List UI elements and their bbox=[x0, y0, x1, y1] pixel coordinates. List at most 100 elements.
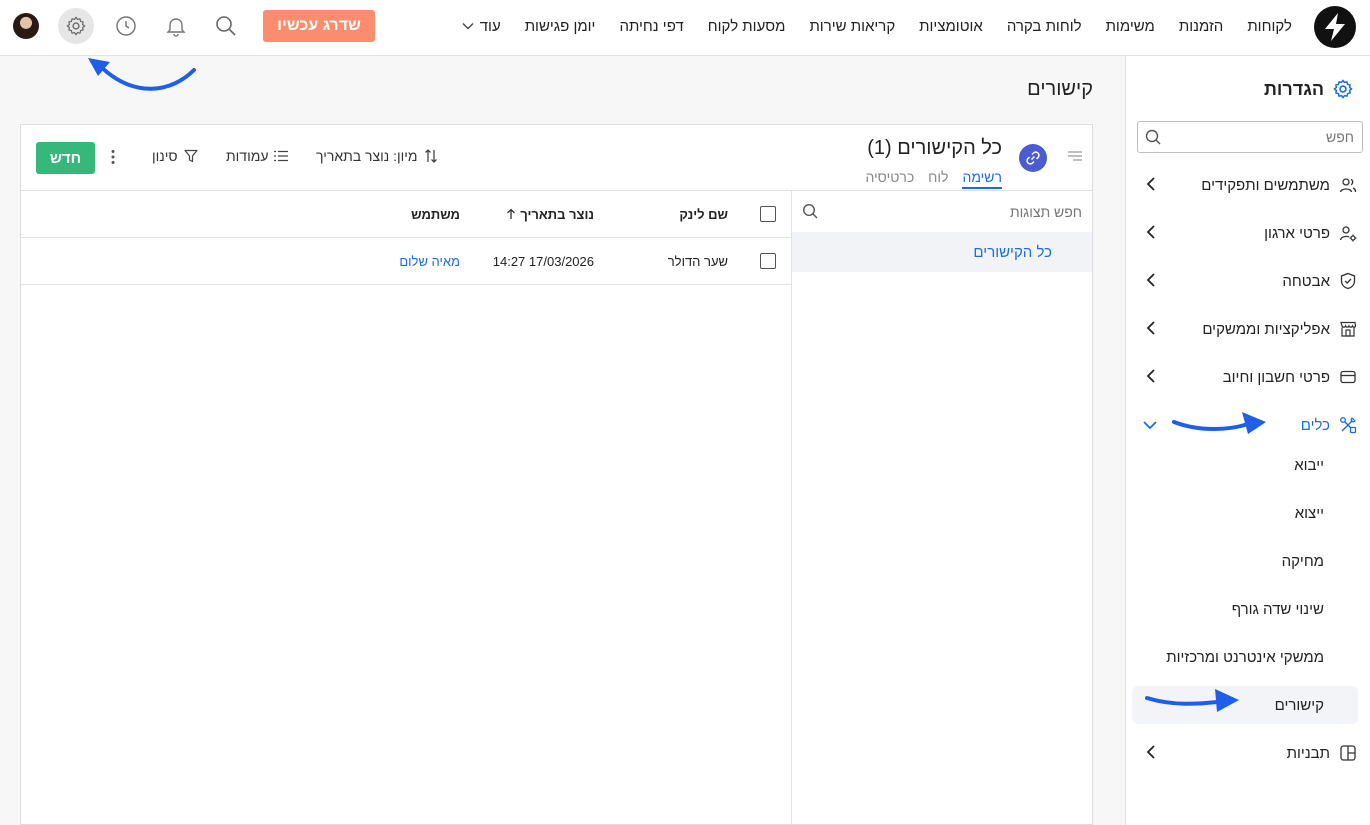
history-button[interactable] bbox=[110, 10, 142, 42]
nav-meetings-calendar[interactable]: יומן פגישות bbox=[525, 18, 596, 35]
view-tabs: רשימה לוח כרטיסיה bbox=[865, 169, 1002, 189]
table-header: שם לינק נוצר בתאריך משתמש bbox=[21, 191, 791, 238]
shield-icon bbox=[1340, 272, 1356, 290]
notifications-button[interactable] bbox=[160, 10, 192, 42]
settings-button[interactable] bbox=[58, 8, 94, 44]
search-icon bbox=[802, 203, 818, 219]
nav-orders[interactable]: הזמנות bbox=[1179, 18, 1223, 35]
bell-icon bbox=[166, 18, 186, 37]
sort-icon bbox=[424, 149, 437, 163]
tools-sub-links[interactable]: קישורים bbox=[1132, 686, 1358, 724]
tools-sub-export[interactable]: ייצוא bbox=[1132, 494, 1358, 532]
menu-lines-icon[interactable] bbox=[1068, 150, 1082, 162]
sidebar-item-organization[interactable]: פרטי ארגון bbox=[1132, 214, 1358, 252]
link-badge bbox=[1019, 144, 1047, 172]
tools-sub-delete[interactable]: מחיקה bbox=[1132, 542, 1358, 580]
settings-search-input[interactable] bbox=[1164, 122, 1354, 152]
views-search-input[interactable] bbox=[842, 199, 1082, 225]
sidebar-item-billing[interactable]: פרטי חשבון וחיוב bbox=[1132, 358, 1358, 396]
chevron-left-icon bbox=[1146, 745, 1155, 759]
column-header-created[interactable]: נוצר בתאריך bbox=[506, 191, 594, 237]
nav-more-label: עוד bbox=[479, 17, 501, 35]
cell-user[interactable]: מאיה שלום bbox=[399, 238, 460, 284]
settings-title: הגדרות bbox=[1264, 78, 1354, 100]
search-button[interactable] bbox=[210, 10, 242, 42]
chevron-left-icon bbox=[1146, 321, 1155, 335]
search-icon bbox=[1145, 129, 1161, 145]
links-panel: כל הקישורים (1) רשימה לוח כרטיסיה מיון: … bbox=[20, 124, 1093, 825]
chevron-left-icon bbox=[1146, 369, 1155, 383]
column-header-user[interactable]: משתמש bbox=[411, 191, 460, 237]
upgrade-button[interactable]: שדרג עכשיו bbox=[263, 10, 375, 42]
columns-button[interactable]: עמודות bbox=[226, 148, 289, 164]
views-search[interactable] bbox=[792, 191, 1092, 233]
templates-icon bbox=[1340, 745, 1356, 761]
column-header-link-name[interactable]: שם לינק bbox=[679, 191, 728, 237]
settings-search[interactable] bbox=[1137, 121, 1363, 153]
nav-automations[interactable]: אוטומציות bbox=[919, 18, 983, 35]
annotation-arrow-gear bbox=[88, 58, 196, 91]
row-checkbox[interactable] bbox=[760, 253, 776, 269]
views-list: כל הקישורים bbox=[791, 191, 1092, 825]
sidebar-item-label: משתמשים ותפקידים bbox=[1201, 176, 1330, 194]
links-table: שם לינק נוצר בתאריך משתמש שער הדולר 17/0… bbox=[21, 191, 791, 285]
tools-sub-webhooks-pbx[interactable]: ממשקי אינטרנט ומרכזיות bbox=[1132, 638, 1358, 676]
view-item-all-links[interactable]: כל הקישורים bbox=[792, 232, 1092, 272]
users-icon bbox=[1339, 178, 1357, 193]
nav-tasks[interactable]: משימות bbox=[1106, 18, 1155, 35]
settings-sidebar: הגדרות משתמשים ותפקידים פרטי ארגון אבטחה… bbox=[1125, 56, 1370, 825]
columns-label: עמודות bbox=[226, 148, 269, 164]
tab-board[interactable]: לוח bbox=[928, 169, 948, 189]
app-logo[interactable] bbox=[1314, 6, 1356, 48]
filter-label: סינון bbox=[152, 148, 178, 164]
sidebar-item-users-roles[interactable]: משתמשים ותפקידים bbox=[1132, 166, 1358, 204]
sort-label: מיון: נוצר בתאריך bbox=[316, 148, 418, 164]
top-bar: לקוחות הזמנות משימות לוחות בקרה אוטומציו… bbox=[0, 0, 1370, 56]
table-row[interactable]: שער הדולר 17/03/2026 14:27 מאיה שלום bbox=[21, 238, 791, 285]
clock-icon bbox=[116, 16, 136, 36]
tools-sub-bulk-field-change[interactable]: שינוי שדה גורף bbox=[1132, 590, 1358, 628]
gear-icon bbox=[66, 16, 86, 36]
select-all-checkbox[interactable] bbox=[760, 206, 776, 222]
store-icon bbox=[1340, 321, 1357, 337]
chevron-left-icon bbox=[1146, 225, 1155, 239]
nav-customer-journeys[interactable]: מסעות לקוח bbox=[708, 18, 786, 35]
nav-more[interactable]: עוד bbox=[462, 18, 501, 35]
sidebar-item-tools[interactable]: כלים bbox=[1132, 406, 1358, 444]
filter-button[interactable]: סינון bbox=[152, 148, 198, 164]
sidebar-item-label: אפליקציות וממשקים bbox=[1202, 320, 1330, 338]
tools-sub-import[interactable]: ייבוא bbox=[1132, 446, 1358, 484]
avatar[interactable] bbox=[13, 13, 39, 39]
cell-link-name[interactable]: שער הדולר bbox=[668, 238, 728, 284]
sidebar-item-label: פרטי ארגון bbox=[1264, 224, 1330, 242]
tab-card[interactable]: כרטיסיה bbox=[865, 169, 914, 189]
view-title[interactable]: כל הקישורים (1) bbox=[867, 137, 1002, 160]
chevron-down-icon bbox=[462, 23, 474, 30]
nav-landing-pages[interactable]: דפי נחיתה bbox=[619, 18, 683, 35]
chevron-down-icon bbox=[1143, 421, 1157, 430]
gear-icon bbox=[1333, 79, 1353, 99]
lightning-icon bbox=[1325, 13, 1345, 41]
more-vertical-icon[interactable] bbox=[111, 149, 115, 165]
new-button[interactable]: חדש bbox=[36, 142, 95, 174]
chevron-left-icon bbox=[1146, 177, 1155, 191]
panel-header: כל הקישורים (1) רשימה לוח כרטיסיה מיון: … bbox=[21, 125, 1092, 191]
tools-icon bbox=[1340, 416, 1357, 434]
org-icon bbox=[1339, 226, 1357, 242]
sidebar-item-label: תבניות bbox=[1286, 744, 1330, 762]
sidebar-item-label: פרטי חשבון וחיוב bbox=[1222, 368, 1330, 386]
column-header-created-label: נוצר בתאריך bbox=[520, 206, 594, 222]
sidebar-item-security[interactable]: אבטחה bbox=[1132, 262, 1358, 300]
nav-dashboards[interactable]: לוחות בקרה bbox=[1007, 18, 1082, 35]
sort-button[interactable]: מיון: נוצר בתאריך bbox=[316, 148, 438, 164]
nav-service-tickets[interactable]: קריאות שירות bbox=[809, 18, 895, 35]
link-icon bbox=[1026, 151, 1040, 165]
credit-card-icon bbox=[1340, 370, 1356, 384]
tab-list[interactable]: רשימה bbox=[962, 169, 1002, 189]
nav-customers[interactable]: לקוחות bbox=[1247, 18, 1292, 35]
sidebar-item-templates[interactable]: תבניות bbox=[1132, 734, 1358, 772]
search-icon bbox=[216, 16, 236, 36]
filter-icon bbox=[183, 149, 198, 163]
sidebar-item-apps-integrations[interactable]: אפליקציות וממשקים bbox=[1132, 310, 1358, 348]
settings-title-label: הגדרות bbox=[1264, 78, 1324, 99]
